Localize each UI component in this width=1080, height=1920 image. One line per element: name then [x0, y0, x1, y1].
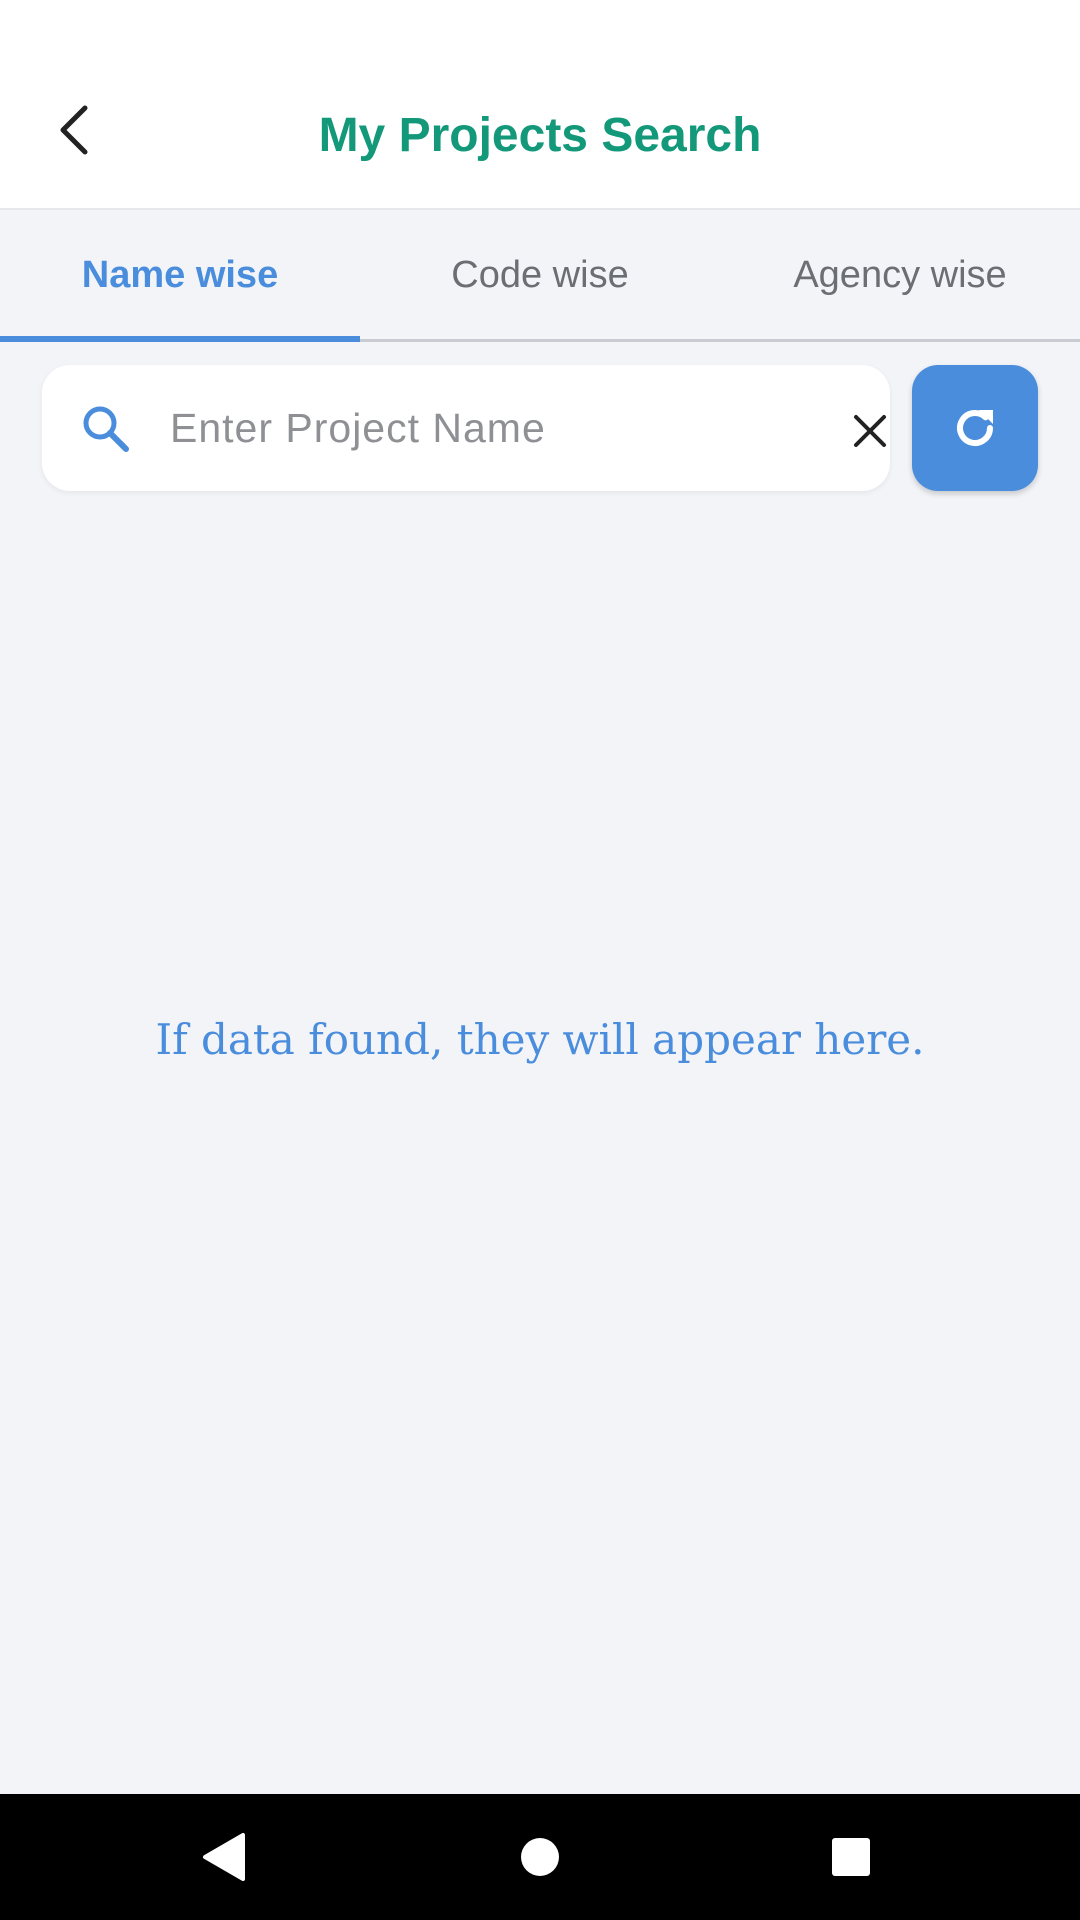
nav-recents-button[interactable]	[816, 1822, 886, 1892]
square-recents-icon	[832, 1838, 870, 1876]
nav-home-button[interactable]	[505, 1822, 575, 1892]
search-box	[42, 365, 890, 491]
back-button[interactable]	[40, 95, 110, 165]
system-nav-bar	[0, 1794, 1080, 1920]
empty-state-message: If data found, they will appear here.	[155, 1015, 925, 1064]
clear-button[interactable]	[838, 399, 902, 463]
search-icon	[83, 406, 129, 452]
triangle-back-icon	[203, 1833, 245, 1881]
app-bar: My Projects Search	[0, 60, 1080, 210]
tab-name-wise[interactable]: Name wise	[0, 212, 360, 342]
chevron-left-icon	[60, 105, 88, 155]
refresh-icon	[957, 410, 993, 446]
circle-home-icon	[521, 1838, 559, 1876]
page-title: My Projects Search	[318, 108, 762, 162]
tab-bar: Name wise Code wise Agency wise	[0, 212, 1080, 342]
close-icon	[854, 415, 886, 447]
tab-agency-wise[interactable]: Agency wise	[720, 212, 1080, 339]
status-bar	[0, 0, 1080, 60]
refresh-button[interactable]	[912, 365, 1038, 491]
tab-code-wise[interactable]: Code wise	[360, 212, 720, 339]
search-input[interactable]	[168, 385, 788, 471]
nav-back-button[interactable]	[190, 1822, 260, 1892]
